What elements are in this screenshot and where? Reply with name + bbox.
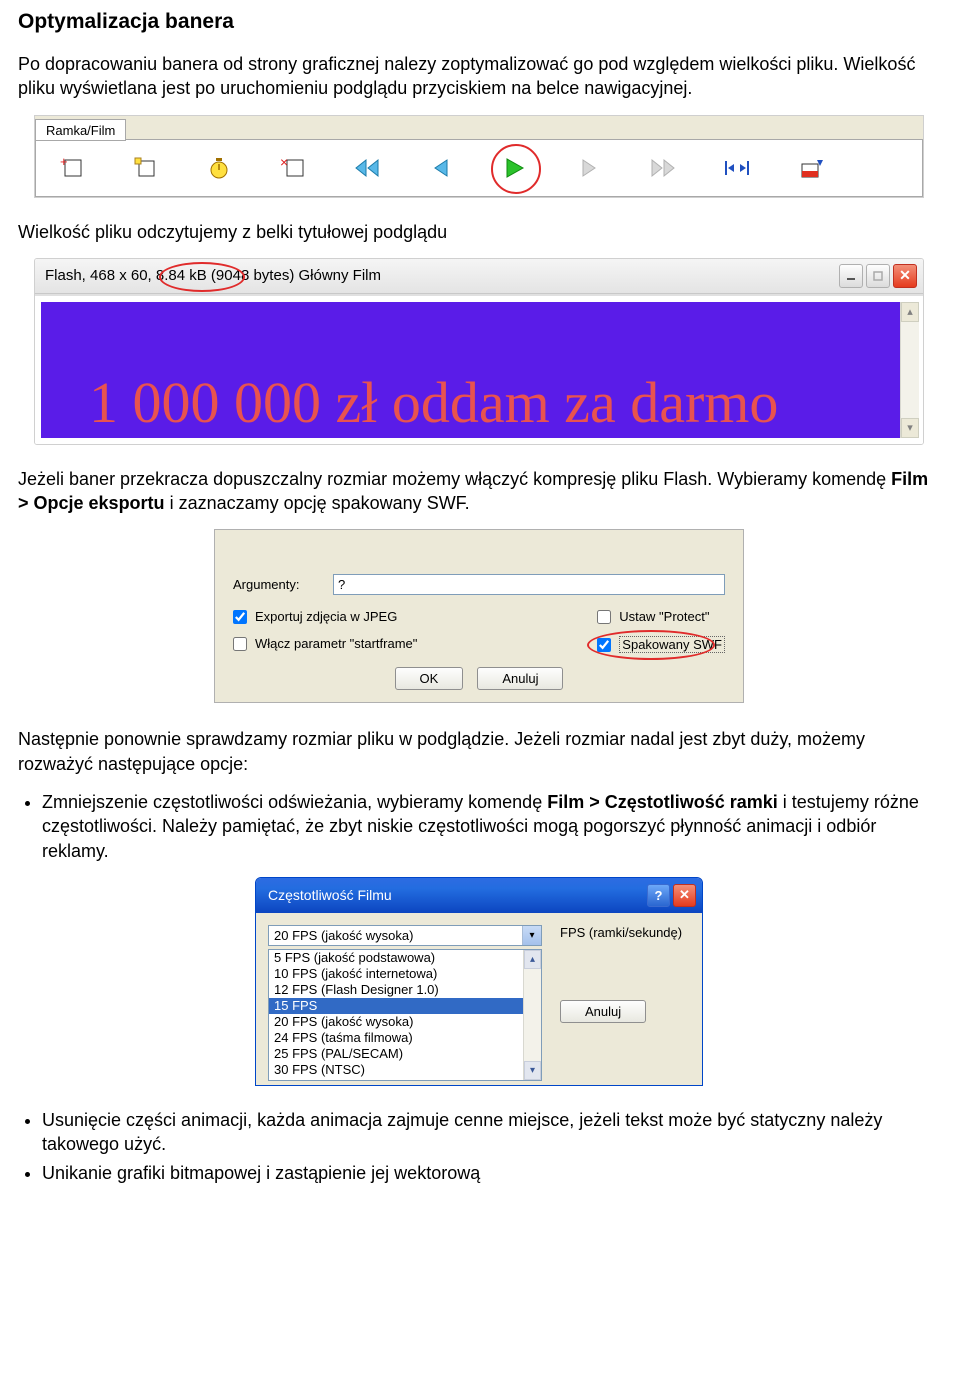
fastforward-icon[interactable]: [648, 153, 678, 183]
scroll-up-icon[interactable]: ▴: [901, 302, 919, 322]
play-icon[interactable]: [500, 153, 530, 183]
dialog-title-text: Częstotliwość Filmu: [268, 887, 392, 903]
close-button[interactable]: ✕: [893, 264, 917, 288]
checkbox-input[interactable]: [597, 610, 611, 624]
new-frame-icon[interactable]: +: [56, 153, 86, 183]
toolbar-tab-label: Ramka/Film: [35, 119, 126, 141]
minimize-button[interactable]: [839, 264, 863, 288]
help-button[interactable]: ?: [647, 884, 670, 907]
screenshot-toolbar: Ramka/Film + ×: [34, 115, 924, 198]
list-item[interactable]: 15 FPS: [269, 998, 541, 1014]
screenshot-export-dialog: Argumenty: Exportuj zdjęcia w JPEG Włącz…: [214, 529, 744, 703]
rewind-icon[interactable]: [352, 153, 382, 183]
p3-text-a: Jeżeli baner przekracza dopuszczalny roz…: [18, 469, 891, 489]
list-item: Usunięcie części animacji, każda animacj…: [42, 1108, 940, 1157]
checkbox-label: Exportuj zdjęcia w JPEG: [255, 609, 397, 624]
checkbox-input[interactable]: [233, 610, 247, 624]
preview-viewport-wrap: 1 000 000 zł oddam za darmo ▴ ▾: [35, 294, 923, 444]
checkbox-input[interactable]: [233, 637, 247, 651]
list-item[interactable]: 25 FPS (PAL/SECAM): [269, 1046, 541, 1062]
banner-text: 1 000 000 zł oddam za darmo: [89, 369, 778, 436]
li1-text-a: Zmniejszenie częstotliwości odświeżania,…: [42, 792, 547, 812]
export-jpeg-checkbox[interactable]: Exportuj zdjęcia w JPEG: [233, 609, 417, 624]
next-icon[interactable]: [574, 153, 604, 183]
cancel-button[interactable]: Anuluj: [560, 1000, 646, 1023]
paragraph-1: Po dopracowaniu banera od strony graficz…: [18, 52, 940, 101]
paragraph-3: Jeżeli baner przekracza dopuszczalny roz…: [18, 467, 940, 516]
listbox-scrollbar[interactable]: ▴ ▾: [523, 950, 541, 1080]
startframe-checkbox[interactable]: Włącz parametr "startframe": [233, 636, 417, 651]
toolbar: + ×: [35, 139, 923, 197]
packed-swf-checkbox[interactable]: Spakowany SWF: [597, 636, 725, 653]
options-list-continued: Usunięcie części animacji, każda animacj…: [18, 1108, 940, 1185]
ok-button[interactable]: OK: [395, 667, 464, 690]
export-icon[interactable]: [796, 153, 826, 183]
cancel-button[interactable]: Anuluj: [477, 667, 563, 690]
list-item[interactable]: 24 FPS (taśma filmowa): [269, 1030, 541, 1046]
preview-scrollbar[interactable]: ▴ ▾: [900, 302, 919, 438]
arguments-input[interactable]: [333, 574, 725, 595]
options-list: Zmniejszenie częstotliwości odświeżania,…: [18, 790, 940, 863]
dropdown-selected: 20 FPS (jakość wysoka): [269, 926, 522, 945]
paragraph-2: Wielkość pliku odczytujemy z belki tytuł…: [18, 220, 940, 244]
protect-checkbox[interactable]: Ustaw "Protect": [597, 609, 725, 624]
li1-command: Film > Częstotliwość ramki: [547, 792, 778, 812]
list-item: Zmniejszenie częstotliwości odświeżania,…: [42, 790, 940, 863]
delete-frame-icon[interactable]: ×: [278, 153, 308, 183]
p3-text-c: i zaznaczamy opcję spakowany SWF.: [165, 493, 470, 513]
chevron-down-icon[interactable]: ▾: [522, 926, 541, 945]
list-item: Unikanie grafiki bitmapowej i zastąpieni…: [42, 1161, 940, 1185]
scroll-down-icon[interactable]: ▾: [524, 1061, 541, 1080]
window-buttons: ✕: [839, 264, 917, 288]
window-title: Flash, 468 x 60, 8.84 kB (9048 bytes) Gł…: [45, 267, 381, 284]
screenshot-preview-window: Flash, 468 x 60, 8.84 kB (9048 bytes) Gł…: [34, 258, 924, 445]
arguments-label: Argumenty:: [233, 577, 323, 592]
list-item[interactable]: 30 FPS (NTSC): [269, 1062, 541, 1078]
list-item[interactable]: 20 FPS (jakość wysoka): [269, 1014, 541, 1030]
highlight-oval: [159, 262, 245, 292]
maximize-button[interactable]: [866, 264, 890, 288]
page-title: Optymalizacja banera: [18, 10, 940, 34]
list-item[interactable]: 12 FPS (Flash Designer 1.0): [269, 982, 541, 998]
arguments-row: Argumenty:: [233, 574, 725, 595]
scroll-down-icon[interactable]: ▾: [901, 418, 919, 438]
checkbox-label: Włącz parametr "startframe": [255, 636, 417, 651]
screenshot-fps-dialog: Częstotliwość Filmu ? ✕ 20 FPS (jakość w…: [255, 877, 703, 1086]
highlight-circle: [491, 144, 541, 194]
prev-icon[interactable]: [426, 153, 456, 183]
banner-preview: 1 000 000 zł oddam za darmo: [41, 302, 917, 438]
svg-text:+: +: [60, 156, 68, 169]
highlight-oval: [587, 630, 715, 660]
paragraph-4: Następnie ponownie sprawdzamy rozmiar pl…: [18, 727, 940, 776]
fps-unit-label: FPS (ramki/sekundę): [560, 925, 690, 940]
window-titlebar: Flash, 468 x 60, 8.84 kB (9048 bytes) Gł…: [35, 259, 923, 294]
dialog-titlebar: Częstotliwość Filmu ? ✕: [256, 878, 702, 913]
list-item[interactable]: 5 FPS (jakość podstawowa): [269, 950, 541, 966]
list-item[interactable]: 60 FPS (HDTV): [269, 1078, 541, 1081]
scroll-up-icon[interactable]: ▴: [524, 950, 541, 969]
fps-dropdown[interactable]: 20 FPS (jakość wysoka) ▾: [268, 925, 542, 946]
fit-width-icon[interactable]: [722, 153, 752, 183]
select-icon[interactable]: [130, 153, 160, 183]
list-item[interactable]: 10 FPS (jakość internetowa): [269, 966, 541, 982]
close-button[interactable]: ✕: [673, 884, 696, 907]
svg-text:×: ×: [280, 156, 288, 170]
timer-icon[interactable]: [204, 153, 234, 183]
fps-listbox[interactable]: 5 FPS (jakość podstawowa)10 FPS (jakość …: [268, 949, 542, 1081]
checkbox-label: Ustaw "Protect": [619, 609, 709, 624]
